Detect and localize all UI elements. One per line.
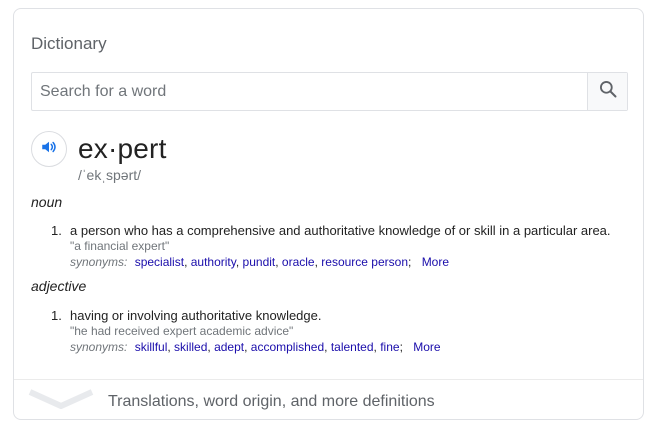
search-input[interactable] — [32, 73, 587, 110]
synonym-link[interactable]: authority — [191, 255, 236, 269]
pronunciation-audio-button[interactable] — [31, 131, 67, 167]
sense-number: 1. — [51, 223, 62, 238]
sense-number: 1. — [51, 308, 62, 323]
synonym-link[interactable]: talented — [331, 340, 374, 354]
synonym-link[interactable]: accomplished — [251, 340, 324, 354]
chevron-down-icon — [28, 386, 94, 417]
more-synonyms-link[interactable]: More — [422, 255, 449, 269]
dictionary-card: Dictionary ex·pert /ˈekˌspərt/ noun 1. — [13, 8, 644, 420]
example-text: "he had received expert academic advice" — [70, 324, 294, 338]
part-of-speech-adjective: adjective — [31, 278, 87, 294]
card-title: Dictionary — [31, 34, 107, 53]
search-box — [31, 72, 628, 111]
synonyms-label: synonyms: — [70, 255, 128, 269]
synonym-link[interactable]: specialist — [135, 255, 184, 269]
headword: ex·pert — [78, 133, 167, 164]
synonym-link[interactable]: adept — [214, 340, 244, 354]
synonym-link[interactable]: fine — [380, 340, 399, 354]
speaker-icon — [40, 138, 58, 161]
more-synonyms-link[interactable]: More — [413, 340, 440, 354]
phonetic-spelling: /ˈekˌspərt/ — [78, 167, 142, 183]
definition-text: having or involving authoritative knowle… — [70, 308, 322, 323]
synonym-link[interactable]: resource person — [321, 255, 408, 269]
search-icon — [598, 79, 618, 104]
synonyms-row: synonyms: specialist, authority, pundit,… — [70, 255, 450, 269]
synonym-link[interactable]: oracle — [282, 255, 315, 269]
synonym-link[interactable]: skillful — [135, 340, 168, 354]
synonyms-label: synonyms: — [70, 340, 128, 354]
example-text: "a financial expert" — [70, 239, 170, 253]
synonyms-row: synonyms: skillful, skilled, adept, acco… — [70, 340, 441, 354]
part-of-speech-noun: noun — [31, 194, 63, 210]
synonym-link[interactable]: pundit — [243, 255, 276, 269]
synonym-link[interactable]: skilled — [174, 340, 207, 354]
definition-text: a person who has a comprehensive and aut… — [70, 223, 611, 238]
more-definitions-expander[interactable]: Translations, word origin, and more defi… — [14, 380, 643, 420]
more-definitions-label: Translations, word origin, and more defi… — [108, 393, 435, 410]
search-button[interactable] — [587, 73, 627, 110]
